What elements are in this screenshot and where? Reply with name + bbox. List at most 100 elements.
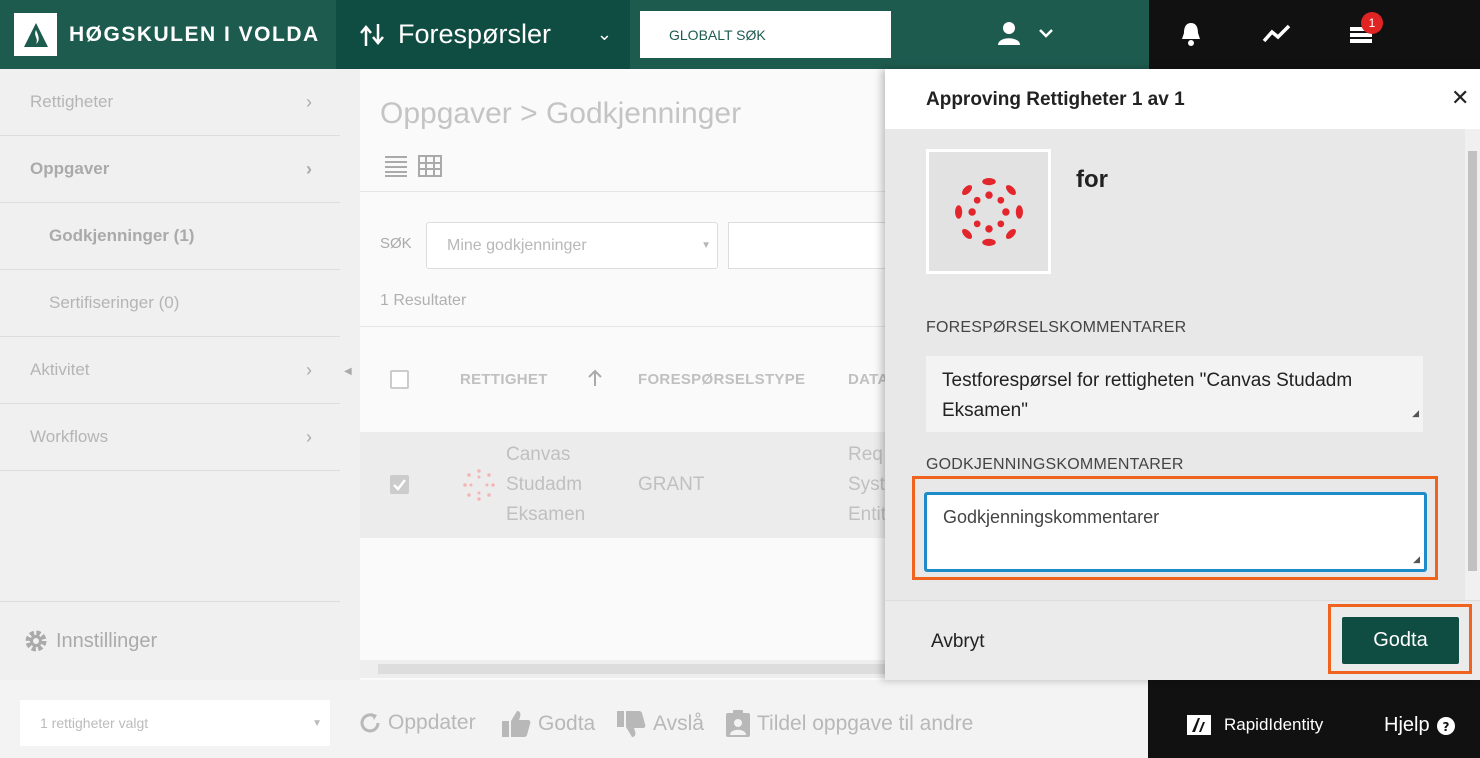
help-circle-icon: ?: [1436, 716, 1455, 735]
settings-label: Innstillinger: [56, 629, 158, 652]
sidebar-item-oppgaver[interactable]: Oppgaver ›: [0, 136, 340, 203]
sidebar-item-godkjenninger[interactable]: Godkjenninger (1): [0, 203, 340, 270]
chevron-down-icon: ⌄: [596, 24, 612, 44]
collapse-sidebar-icon[interactable]: ◀: [344, 366, 352, 377]
column-header-rettighet[interactable]: RETTIGHET: [460, 371, 548, 388]
column-header-foresporselstype[interactable]: FORESPØRSELSTYPE: [638, 371, 805, 388]
reject-label: Avslå: [653, 712, 704, 735]
gear-icon: [25, 630, 47, 652]
approve-label: Godta: [538, 712, 596, 735]
thumbs-up-icon: [502, 711, 531, 737]
results-count: 1 Resultater: [380, 292, 467, 309]
table-header: RETTIGHET FORESPØRSELSTYPE DATA: [360, 326, 888, 432]
sidebar-item-label: Oppgaver: [30, 159, 110, 178]
sidebar-item-rettigheter[interactable]: Rettigheter ›: [0, 69, 340, 136]
org-logo-icon: [14, 13, 57, 56]
reject-button[interactable]: Avslå: [615, 709, 704, 739]
search-label: SØK: [380, 235, 412, 252]
row-checkbox-checked[interactable]: [390, 475, 409, 494]
dropdown-arrow-icon: ▼: [312, 717, 322, 729]
select-all-checkbox[interactable]: [390, 370, 409, 389]
assign-button[interactable]: Tildel oppgave til andre: [725, 710, 973, 738]
global-search-input[interactable]: GLOBALT SØK: [640, 11, 891, 58]
approval-comments-label: GODKJENNINGSKOMMENTARER: [926, 456, 1184, 473]
page-title: Oppgaver > Godkjenninger: [380, 97, 742, 130]
row-rettighet-name: Canvas Studadm Eksamen: [506, 440, 585, 530]
panel-title: Approving Rettigheter 1 av 1: [926, 89, 1185, 110]
request-comments-text: Testforespørsel for rettigheten "Canvas …: [942, 370, 1353, 421]
column-header-data[interactable]: DATA: [848, 371, 889, 388]
approve-button[interactable]: Godta: [500, 709, 595, 739]
sidebar-item-label: Aktivitet: [30, 360, 90, 379]
horizontal-scrollbar[interactable]: [360, 660, 885, 678]
chevron-right-icon: ›: [306, 91, 312, 112]
chevron-right-icon: ›: [306, 426, 312, 447]
module-title: Forespørsler: [398, 19, 552, 49]
entitlement-image: [926, 149, 1051, 274]
row-data-line: Req: [848, 444, 883, 465]
action-footer: 1 rettigheter valgt ▼ Oppdater Godta Avs…: [0, 680, 1148, 758]
grid-view-icon[interactable]: [418, 155, 442, 177]
resize-grip-icon[interactable]: ◢: [1412, 398, 1419, 428]
panel-header: Approving Rettigheter 1 av 1 ✕: [885, 69, 1480, 129]
refresh-button[interactable]: Oppdater: [358, 711, 476, 735]
row-name-line: Canvas: [506, 444, 571, 465]
list-view-icon[interactable]: [384, 155, 408, 177]
help-link[interactable]: Hjelp ?: [1384, 714, 1455, 737]
svg-text:?: ?: [1442, 720, 1449, 734]
thumbs-down-icon: [617, 711, 646, 737]
sidebar-item-label: Workflows: [30, 427, 109, 446]
chevron-right-icon: ›: [306, 359, 312, 380]
sidebar: Rettigheter › Oppgaver › Godkjenninger (…: [0, 69, 340, 680]
search-input[interactable]: [728, 222, 885, 269]
rapididentity-logo-icon: [1187, 715, 1211, 735]
close-icon[interactable]: ✕: [1451, 85, 1469, 111]
sidebar-item-label: Godkjenninger (1): [49, 226, 195, 245]
dropdown-arrow-icon: ▼: [701, 240, 711, 251]
cancel-button[interactable]: Avbryt: [931, 631, 985, 653]
divider: [360, 191, 885, 192]
row-request-type: GRANT: [638, 474, 705, 495]
table-row[interactable]: Canvas Studadm Eksamen GRANT Req Syst En…: [360, 432, 886, 538]
sidebar-item-label: Rettigheter: [30, 92, 114, 111]
sort-ascending-icon[interactable]: [586, 368, 604, 388]
view-toggle: [384, 155, 442, 177]
notification-badge: 1: [1361, 12, 1383, 34]
bell-icon[interactable]: [1179, 21, 1203, 52]
approval-filter-value: Mine godkjenninger: [447, 236, 587, 254]
selected-count: 1 rettigheter valgt: [40, 715, 149, 731]
highlight-frame: [1328, 604, 1472, 674]
canvas-logo-icon: [463, 469, 495, 501]
approval-comments-placeholder: Godkjenningskommentarer: [943, 507, 1160, 527]
brand-label: RapidIdentity: [1224, 715, 1324, 734]
main-content: Oppgaver > Godkjenninger SØK Mine godkje…: [360, 69, 888, 680]
activity-trend-icon[interactable]: [1262, 21, 1292, 52]
sidebar-item-aktivitet[interactable]: Aktivitet ›: [0, 337, 340, 404]
sidebar-item-workflows[interactable]: Workflows ›: [0, 404, 340, 471]
brand-footer: RapidIdentity Hjelp ?: [1148, 680, 1480, 758]
sidebar-item-sertifiseringer[interactable]: Sertifiseringer (0): [0, 270, 340, 337]
settings-link[interactable]: Innstillinger: [0, 601, 340, 680]
org-name: HØGSKULEN I VOLDA: [69, 22, 320, 46]
sidebar-item-label: Sertifiseringer (0): [49, 293, 180, 312]
resize-grip-icon[interactable]: ◢: [1413, 554, 1420, 565]
scrollbar-thumb[interactable]: [1468, 151, 1477, 571]
row-data: Req Syst Entit: [848, 440, 886, 530]
user-icon: [998, 22, 1020, 45]
chevron-right-icon: ›: [306, 158, 312, 179]
swap-arrows-icon: [360, 23, 384, 46]
org-logo[interactable]: HØGSKULEN I VOLDA: [0, 0, 336, 69]
module-switcher[interactable]: Forespørsler ⌄: [336, 0, 630, 69]
approval-comments-input[interactable]: Godkjenningskommentarer ◢: [924, 492, 1427, 572]
vertical-scrollbar[interactable]: [1465, 129, 1480, 600]
approval-filter-select[interactable]: Mine godkjenninger ▼: [426, 222, 718, 269]
row-name-line: Studadm: [506, 474, 583, 495]
request-comments-label: FORESPØRSELSKOMMENTARER: [926, 319, 1187, 336]
selected-count-select[interactable]: 1 rettigheter valgt ▼: [20, 700, 330, 746]
approval-panel: Approving Rettigheter 1 av 1 ✕ for FORES…: [885, 69, 1480, 680]
user-menu[interactable]: [996, 20, 1054, 46]
scrollbar-thumb[interactable]: [378, 664, 885, 674]
rapididentity-brand: RapidIdentity: [1186, 714, 1323, 736]
clipboard-user-icon: [726, 710, 750, 737]
row-name-line: Eksamen: [506, 504, 586, 525]
